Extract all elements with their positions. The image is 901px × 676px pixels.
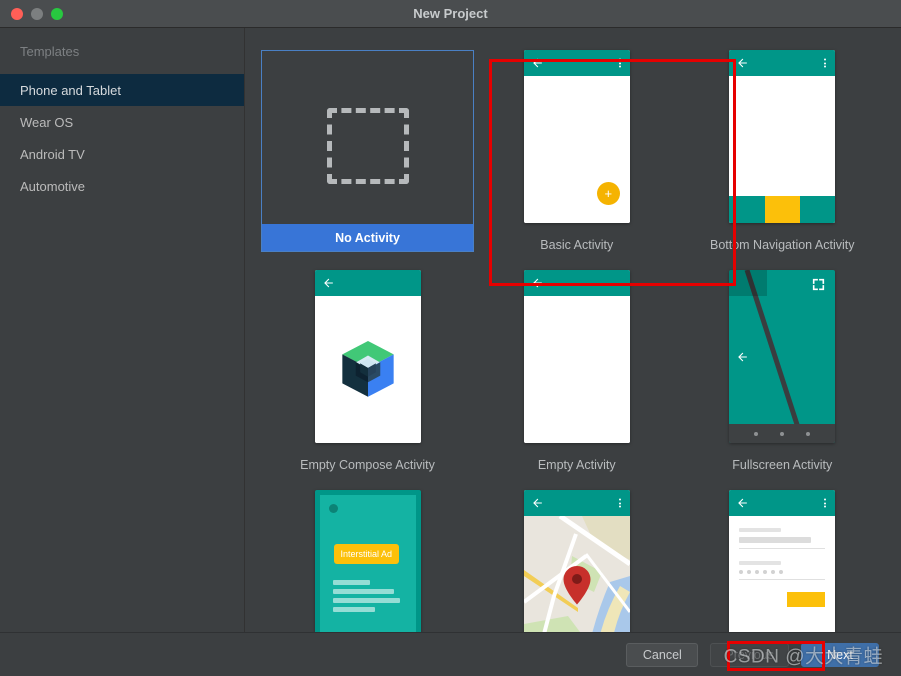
jetpack-compose-logo-icon <box>341 340 394 397</box>
back-arrow-icon <box>323 278 333 288</box>
appbar-overlay <box>729 270 768 296</box>
nav-segment <box>799 196 836 223</box>
minimize-button[interactable] <box>31 7 43 20</box>
window-controls <box>0 7 63 20</box>
overflow-menu-icon <box>824 58 827 68</box>
username-field-placeholder <box>739 537 812 543</box>
preview-appbar <box>523 270 630 296</box>
overflow-menu-icon <box>618 498 621 508</box>
sidebar-item-automotive[interactable]: Automotive <box>0 170 244 202</box>
ad-badge: Interstitial Ad <box>333 544 400 564</box>
sidebar-item-label: Wear OS <box>20 114 74 130</box>
field-underline <box>739 548 826 549</box>
sidebar-item-android-tv[interactable]: Android TV <box>0 138 244 170</box>
preview-content <box>314 296 421 443</box>
password-label-placeholder <box>739 561 782 565</box>
template-card-interstitial-ad-activity[interactable]: Interstitial Ad <box>261 472 474 632</box>
preview-content <box>729 76 836 223</box>
overflow-menu-icon <box>824 498 827 508</box>
fullscreen-activity-preview <box>729 270 836 443</box>
ad-close-dot-icon <box>328 504 338 513</box>
template-grid: No Activity + Basic Activity Bottom Navi… <box>245 28 901 632</box>
field-underline <box>739 579 826 580</box>
template-label: Fullscreen Activity <box>732 458 833 472</box>
template-card-no-activity[interactable]: No Activity <box>261 32 474 252</box>
template-label: Empty Activity <box>537 458 616 472</box>
sidebar-item-phone-and-tablet[interactable]: Phone and Tablet <box>0 74 244 106</box>
nav-segment <box>729 196 765 223</box>
back-arrow-icon <box>532 498 542 508</box>
preview-appbar <box>314 270 421 296</box>
template-card-google-maps-activity[interactable] <box>474 472 680 632</box>
nav-segment-active <box>764 196 800 223</box>
sidebar-item-label: Automotive <box>20 178 86 194</box>
close-button[interactable] <box>11 7 23 20</box>
sidebar-header: Templates <box>20 43 80 59</box>
template-label-selected: No Activity <box>262 224 473 251</box>
template-label: Empty Compose Activity <box>300 458 435 472</box>
preview-appbar <box>523 50 630 76</box>
template-card-login-activity[interactable] <box>680 472 886 632</box>
bottom-navigation-bar-icon <box>729 196 836 223</box>
empty-activity-preview <box>523 270 630 443</box>
basic-activity-preview: + <box>523 50 630 223</box>
preview-content: + <box>523 76 630 223</box>
fullscreen-bottom-bar <box>729 424 836 443</box>
login-form <box>729 516 836 632</box>
template-card-basic-activity[interactable]: + Basic Activity <box>474 32 680 252</box>
dialog-footer: Cancel Previous Next CSDN @大大青蛙 <box>0 632 901 676</box>
back-arrow-icon <box>532 278 542 288</box>
back-arrow-icon <box>738 352 748 361</box>
overflow-menu-icon <box>618 58 621 68</box>
map-illustration <box>523 516 630 632</box>
next-button[interactable]: Next <box>801 642 879 667</box>
template-grid-area: No Activity + Basic Activity Bottom Navi… <box>245 28 901 632</box>
sidebar-item-label: Android TV <box>20 146 85 162</box>
preview-content <box>523 296 630 443</box>
template-label: Basic Activity <box>540 238 614 252</box>
dialog-body: Templates Phone and Tablet Wear OS Andro… <box>0 28 901 632</box>
previous-button: Previous <box>710 642 789 667</box>
fab-plus-label: + <box>604 186 613 201</box>
back-arrow-icon <box>532 58 542 68</box>
new-project-dialog: New Project Templates Phone and Tablet W… <box>0 0 901 676</box>
template-label: Bottom Navigation Activity <box>709 238 855 252</box>
ad-surface: Interstitial Ad <box>319 495 416 632</box>
nav-dot <box>754 431 759 436</box>
login-submit-button-placeholder <box>787 592 826 607</box>
username-label-placeholder <box>739 528 782 532</box>
preview-appbar <box>523 490 630 516</box>
cancel-button[interactable]: Cancel <box>626 642 699 667</box>
template-card-empty-activity[interactable]: Empty Activity <box>474 252 680 472</box>
maximize-button[interactable] <box>51 7 63 20</box>
templates-sidebar: Templates Phone and Tablet Wear OS Andro… <box>0 28 245 632</box>
bottom-navigation-preview <box>729 50 836 223</box>
back-arrow-icon <box>738 498 748 508</box>
floating-action-button-icon: + <box>596 182 620 205</box>
fullscreen-expand-icon <box>813 278 825 291</box>
interstitial-ad-preview: Interstitial Ad <box>314 490 421 632</box>
compose-logo-wrapper <box>315 296 421 443</box>
password-dots-icon <box>739 570 825 574</box>
preview-appbar <box>729 490 836 516</box>
preview-appbar <box>729 50 836 76</box>
template-card-fullscreen-activity[interactable]: Fullscreen Activity <box>680 252 886 472</box>
dashed-placeholder-icon <box>326 108 409 184</box>
ad-placeholder-lines <box>332 580 406 616</box>
window-title: New Project <box>413 6 488 21</box>
nav-dot <box>780 431 785 436</box>
nav-dot <box>806 431 811 436</box>
template-card-bottom-navigation-activity[interactable]: Bottom Navigation Activity <box>680 32 886 252</box>
window-titlebar: New Project <box>0 0 901 28</box>
back-arrow-icon <box>738 58 748 68</box>
login-activity-preview <box>729 490 836 632</box>
sidebar-item-wear-os[interactable]: Wear OS <box>0 106 244 138</box>
sidebar-item-label: Phone and Tablet <box>20 82 121 98</box>
google-maps-preview <box>523 490 630 632</box>
template-card-empty-compose-activity[interactable]: Empty Compose Activity <box>261 252 474 472</box>
empty-compose-preview <box>314 270 421 443</box>
no-activity-preview: No Activity <box>261 50 474 252</box>
